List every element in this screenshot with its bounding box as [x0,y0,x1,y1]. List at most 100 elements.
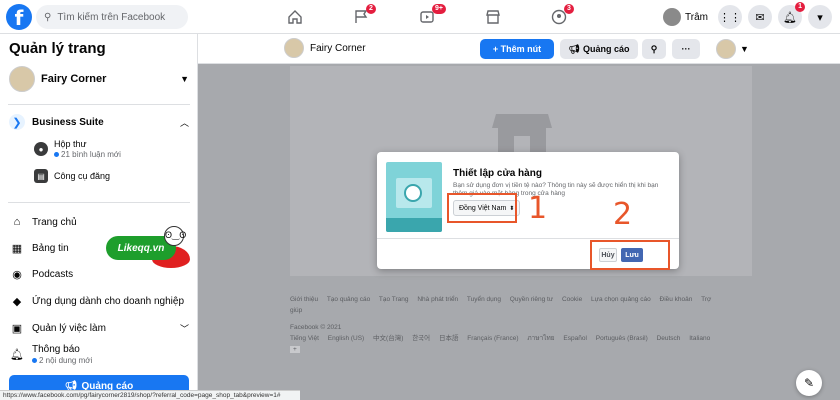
footer-link[interactable]: Tạo Trang [379,296,409,303]
briefcase-icon: ▣ [11,322,23,335]
add-button[interactable]: + Thêm nút [480,39,554,59]
nav-groups[interactable]: 3 [526,0,592,34]
shop-illustration [386,162,442,232]
sidebar-item-home[interactable]: ⌂ Trang chủ [9,214,189,230]
top-navigation-bar: f ⚲ Tìm kiếm trên Facebook 2 9+ 3 Trâm ⋮… [0,0,840,34]
sidebar-item-label: Ứng dụng dành cho doanh nghiệp [32,295,185,307]
new-message-button[interactable]: ✎ [796,370,822,396]
language-link[interactable]: 日本語 [439,335,459,342]
grid-icon: ⋮⋮ [719,11,741,24]
publishing-tools-label: Công cụ đăng [54,171,111,181]
page-footer: Giới thiệu Tạo quảng cáo Tạo Trang Nhà p… [290,294,730,355]
messenger-icon: ✉ [755,11,765,24]
footer-link[interactable]: Nhà phát triển [417,296,458,303]
profile-link[interactable]: Trâm [663,8,708,26]
notifications-sub: 2 nội dung mới [39,356,93,365]
promote-label: Quảng cáo [582,44,630,54]
sidebar-item-business-suite[interactable]: ❯ Business Suite ︿ [9,114,189,130]
unread-dot [32,358,37,363]
facebook-logo[interactable]: f [6,4,32,30]
account-button[interactable]: ▾ [808,5,832,29]
page-avatar [716,39,736,59]
sidebar-item-business-apps[interactable]: ◆ Ứng dụng dành cho doanh nghiệp [9,293,189,309]
copyright: Facebook © 2021 [290,324,342,331]
illustration-base [386,218,442,232]
page-identity[interactable]: Fairy Corner [284,38,366,58]
profile-name: Trâm [685,11,708,23]
clock-icon [404,184,422,202]
more-button[interactable]: ··· [672,39,700,59]
business-suite-icon: ❯ [9,114,25,130]
caret-down-icon: ▼ [180,74,189,84]
messenger-button[interactable]: ✉ [748,5,772,29]
nav-watch[interactable]: 9+ [394,0,460,34]
unread-dot [54,152,59,157]
footer-link[interactable]: Cookie [562,296,582,303]
language-link[interactable]: 한국어 [412,335,430,342]
footer-links: Giới thiệu Tạo quảng cáo Tạo Trang Nhà p… [290,294,730,316]
news-feed-icon: ▦ [11,242,23,255]
language-link[interactable]: English (US) [328,335,364,342]
language-links: Tiếng Việt English (US) 中文(台灣) 한국어 日本語 F… [290,333,730,355]
language-link[interactable]: Español [563,335,587,342]
search-input[interactable]: ⚲ Tìm kiếm trên Facebook [36,5,188,29]
cube-icon: ◆ [12,295,22,308]
notifications-label: Thông báo [32,344,80,355]
language-link[interactable]: 中文(台灣) [373,335,403,342]
nav-badge: 9+ [432,4,446,14]
page-profile-switcher[interactable]: ▼ [716,39,749,59]
footer-link[interactable]: Quyền riêng tư [510,296,553,303]
annotation-number-one: 1 [528,191,548,226]
podcast-icon: ◉ [12,268,22,281]
main-nav: 2 9+ 3 [262,0,592,34]
footer-link[interactable]: Tạo quảng cáo [327,296,370,303]
page-name: Fairy Corner [41,73,107,85]
menu-button[interactable]: ⋮⋮ [718,5,742,29]
page-switcher[interactable]: Fairy Corner ▼ [9,64,189,94]
language-link[interactable]: Italiano [689,335,710,342]
language-link[interactable]: Tiếng Việt [290,335,319,342]
language-link[interactable]: Français (France) [467,335,518,342]
footer-link[interactable]: Tuyển dụng [467,296,501,303]
search-button[interactable]: ⚲ [642,39,666,59]
nav-marketplace[interactable] [460,0,526,34]
footer-link[interactable]: Lựa chọn quảng cáo [591,296,651,303]
manage-page-sidebar: Quản lý trang Fairy Corner ▼ ❯ Business … [0,34,198,400]
notifications-button[interactable]: 🔔︎ 1 [778,2,805,29]
dialog-title: Thiết lập cửa hàng [453,168,542,179]
sidebar-item-podcasts[interactable]: ◉ Podcasts [9,266,189,282]
edit-icon: ✎ [803,376,815,390]
footer-link[interactable]: Giới thiệu [290,296,318,303]
nav-badge: 2 [366,4,376,14]
search-icon: ⚲ [44,11,52,23]
nav-badge: 3 [564,4,574,14]
sidebar-item-label: Bảng tin [32,242,69,254]
home-icon [288,10,302,24]
browser-status-url: https://www.facebook.com/pg/fairycorner2… [0,390,300,400]
annotation-box-currency [447,193,517,223]
footer-link[interactable]: Điều khoản [660,296,693,303]
page-avatar [9,66,35,92]
notification-badge: 1 [795,2,805,12]
sidebar-item-jobs[interactable]: ▣ Quản lý việc làm ﹀ [9,320,189,336]
sidebar-item-label: Trang chủ [32,216,77,228]
search-icon: ⚲ [650,43,658,54]
promote-button[interactable]: 📢︎ Quảng cáo [560,39,638,59]
sidebar-item-publishing-tools[interactable]: ▤ Công cụ đăng [34,169,110,183]
language-link[interactable]: Deutsch [657,335,681,342]
sidebar-item-notifications[interactable]: 🔔︎ Thông báo 2 nội dung mới [9,344,189,365]
business-suite-label: Business Suite [32,116,104,128]
sidebar-item-inbox[interactable]: ● Hộp thư 21 bình luận mới [34,139,121,159]
home-icon: ⌂ [13,216,21,228]
caret-down-icon: ▼ [740,44,749,54]
language-link[interactable]: Português (Brasil) [596,335,648,342]
language-link[interactable]: ภาษาไทย [527,335,554,342]
inbox-sub: 21 bình luận mới [61,150,121,159]
megaphone-icon: 📢︎ [568,43,580,54]
nav-pages[interactable]: 2 [328,0,394,34]
page-avatar [284,38,304,58]
account-controls: Trâm ⋮⋮ ✉ 🔔︎ 1 ▾ [663,0,832,34]
add-language-icon[interactable]: + [290,346,300,353]
nav-home[interactable] [262,0,328,34]
divider [8,104,190,105]
